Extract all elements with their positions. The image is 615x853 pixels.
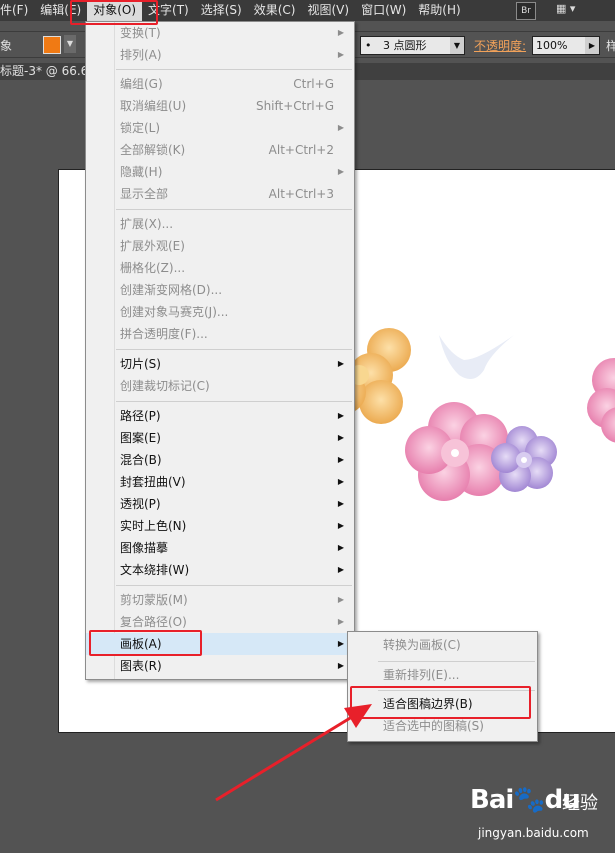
- baidu-jingyan-watermark: Bai🐾du 经验 jingyan.baidu.com: [470, 785, 615, 853]
- paw-icon: 🐾: [513, 785, 545, 815]
- red-arrow-icon: [215, 704, 372, 802]
- watermark-jingyan-text: 经验: [562, 793, 598, 814]
- watermark-url: jingyan.baidu.com: [478, 826, 589, 840]
